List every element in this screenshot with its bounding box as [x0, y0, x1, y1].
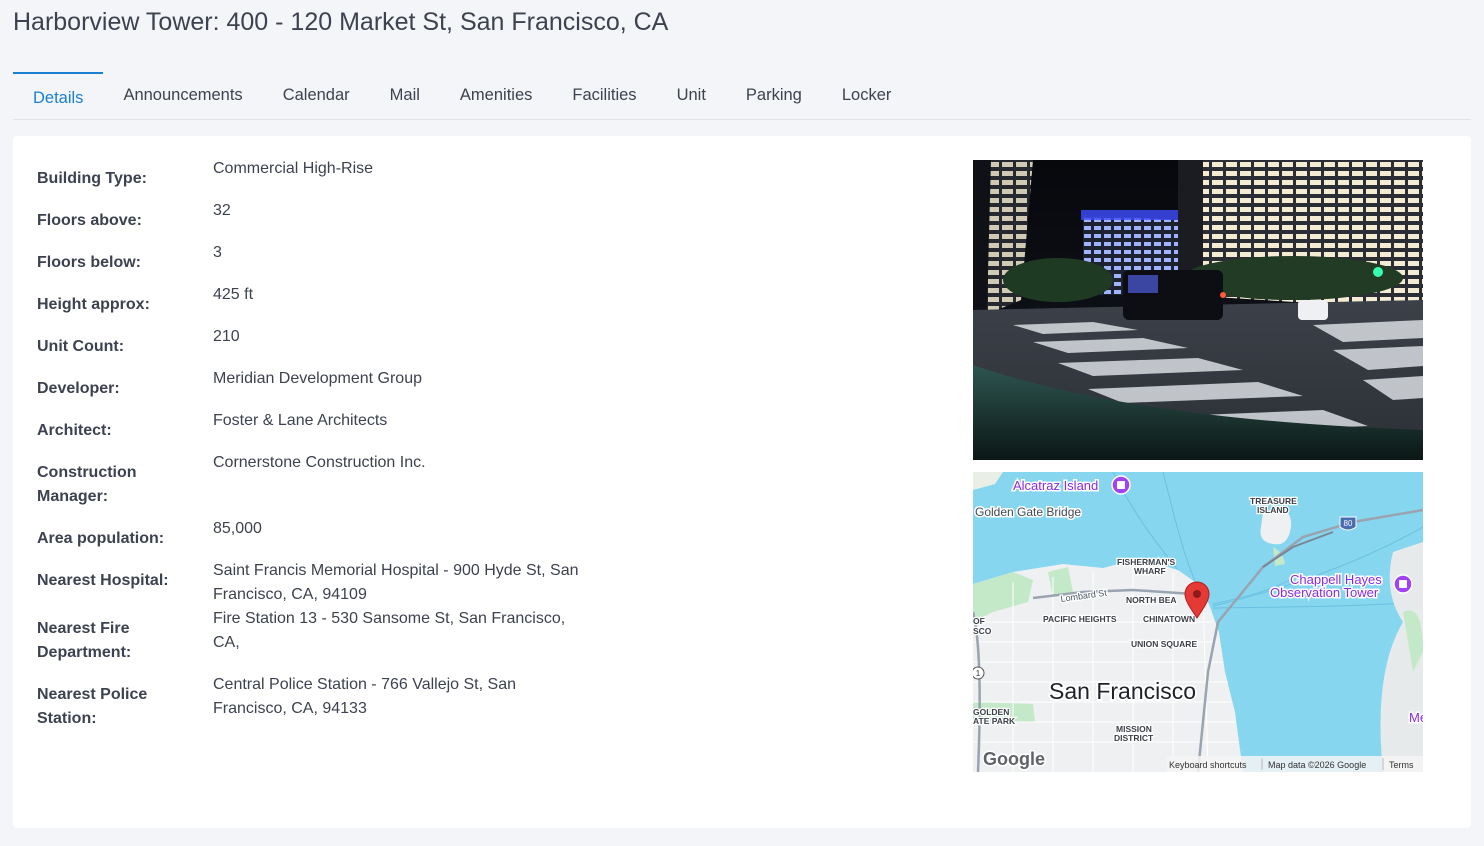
tab-parking[interactable]: Parking	[726, 72, 822, 119]
detail-value: Saint Francis Memorial Hospital - 900 Hy…	[213, 562, 579, 603]
svg-text:Golden Gate Bridge: Golden Gate Bridge	[975, 505, 1081, 519]
map-drawing: 80 1 Alcatraz Island Chappell Hayes Obse…	[973, 472, 1423, 772]
svg-text:ATE PARK: ATE PARK	[973, 716, 1016, 726]
google-logo: Google	[983, 749, 1045, 769]
street-night-photo-drawing	[973, 160, 1423, 460]
detail-label: Nearest Police Station:	[37, 686, 148, 727]
location-map[interactable]: 80 1 Alcatraz Island Chappell Hayes Obse…	[973, 472, 1423, 772]
detail-value: Meridian Development Group	[213, 370, 422, 387]
svg-text:Observation Tower: Observation Tower	[1270, 585, 1379, 600]
map-data-text: Map data ©2026 Google	[1268, 760, 1366, 770]
detail-value: 85,000	[213, 520, 262, 537]
detail-label: Nearest Hospital:	[37, 572, 169, 589]
tab-amenities[interactable]: Amenities	[440, 72, 552, 119]
detail-label: Construction Manager:	[37, 464, 137, 505]
tab-calendar[interactable]: Calendar	[263, 72, 370, 119]
detail-value: 3	[213, 244, 222, 261]
svg-text:San Francisco: San Francisco	[1049, 678, 1196, 704]
svg-text:CHINATOWN: CHINATOWN	[1143, 614, 1195, 624]
route-80-shield-icon: 80	[1339, 516, 1357, 531]
detail-label: Area population:	[37, 530, 165, 547]
svg-text:ISLAND: ISLAND	[1257, 505, 1289, 515]
detail-label: Floors above:	[37, 212, 142, 229]
terms-link: Terms	[1389, 760, 1414, 770]
detail-value: Fire Station 13 - 530 Sansome St, San Fr…	[213, 610, 566, 651]
detail-label: Architect:	[37, 422, 112, 439]
detail-label: Floors below:	[37, 254, 141, 271]
detail-value: 210	[213, 328, 240, 345]
svg-text:Alcatraz Island: Alcatraz Island	[1013, 478, 1098, 493]
tab-announcements[interactable]: Announcements	[103, 72, 262, 119]
detail-value: Central Police Station - 766 Vallejo St,…	[213, 676, 516, 717]
tab-mail[interactable]: Mail	[370, 72, 440, 119]
detail-value: Commercial High-Rise	[213, 160, 374, 177]
svg-text:OF: OF	[973, 616, 985, 626]
detail-value: Foster & Lane Architects	[213, 412, 388, 429]
svg-text:SCO: SCO	[973, 626, 992, 636]
observation-tower-poi-icon	[1393, 574, 1413, 594]
tab-details[interactable]: Details	[13, 72, 104, 119]
svg-text:Me: Me	[1409, 710, 1423, 725]
svg-text:NORTH BEA: NORTH BEA	[1126, 595, 1177, 605]
keyboard-shortcuts-link: Keyboard shortcuts	[1169, 760, 1247, 770]
route-1-shield-icon: 1	[973, 666, 985, 680]
detail-label: Height approx:	[37, 296, 150, 313]
detail-label: Unit Count:	[37, 338, 125, 355]
building-photo	[973, 160, 1423, 460]
tab-unit[interactable]: Unit	[657, 72, 726, 119]
svg-text:DISTRICT: DISTRICT	[1114, 733, 1154, 743]
detail-label: Developer:	[37, 380, 120, 397]
tab-locker[interactable]: Locker	[822, 72, 912, 119]
svg-text:UNION SQUARE: UNION SQUARE	[1131, 639, 1197, 649]
tab-bar: Details Announcements Calendar Mail Amen…	[13, 72, 1471, 120]
detail-value: 32	[213, 202, 231, 219]
svg-text:1: 1	[976, 669, 981, 678]
svg-text:WHARF: WHARF	[1134, 566, 1166, 576]
detail-label: Nearest Fire Department:	[37, 620, 132, 661]
svg-text:80: 80	[1344, 519, 1353, 528]
alcatraz-poi-icon	[1111, 475, 1131, 495]
page-title: Harborview Tower: 400 - 120 Market St, S…	[13, 8, 669, 36]
tab-facilities[interactable]: Facilities	[552, 72, 656, 119]
detail-value: Cornerstone Construction Inc.	[213, 454, 426, 471]
svg-text:PACIFIC HEIGHTS: PACIFIC HEIGHTS	[1043, 614, 1117, 624]
detail-value: 425 ft	[213, 286, 254, 303]
details-card: Building Type: Commercial High-Rise Floo…	[13, 136, 1471, 828]
detail-label: Building Type:	[37, 170, 147, 187]
